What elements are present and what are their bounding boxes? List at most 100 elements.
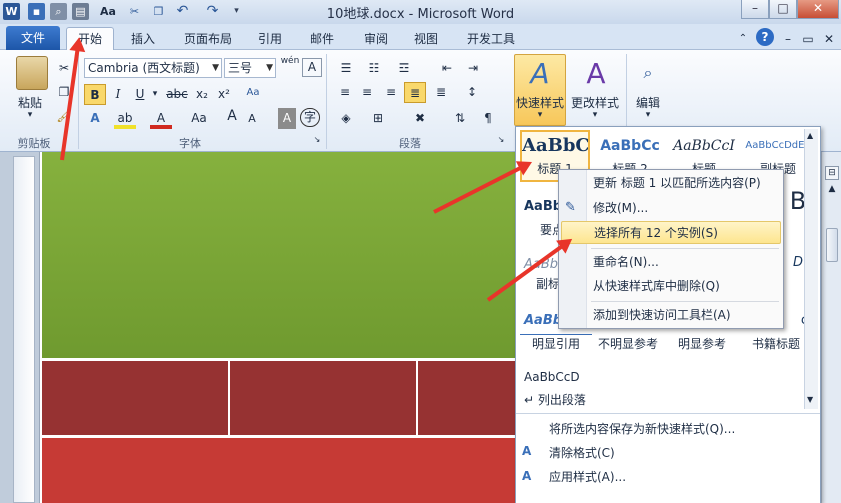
font-dialog-launcher-icon[interactable]: ↘ bbox=[312, 134, 322, 146]
vertical-scrollbar[interactable]: ⊟ ▲ bbox=[821, 152, 841, 503]
table-cell[interactable] bbox=[42, 361, 228, 435]
chevron-down-icon[interactable]: ▾ bbox=[568, 110, 622, 120]
borders-icon[interactable]: ⊞ bbox=[366, 108, 390, 129]
chevron-down-icon[interactable]: ▼ bbox=[212, 59, 219, 77]
remove-from-gallery-item[interactable]: 从快速样式库中删除(Q) bbox=[561, 275, 781, 298]
update-to-match-item[interactable]: 更新 标题 1 以匹配所选内容(P) bbox=[561, 172, 781, 195]
style-sample: AaBbCcI bbox=[673, 138, 735, 154]
font-size-combo[interactable]: 三号 ▼ bbox=[224, 58, 276, 78]
close-button[interactable]: ✕ bbox=[797, 0, 839, 19]
help-icon[interactable]: ? bbox=[756, 28, 774, 46]
italic-button[interactable]: I bbox=[108, 84, 128, 105]
scroll-down-icon[interactable]: ▼ bbox=[807, 395, 813, 404]
superscript-button[interactable]: x² bbox=[214, 84, 234, 105]
char-border-button[interactable]: A bbox=[302, 58, 322, 77]
change-styles-button[interactable]: 更改样式 bbox=[568, 94, 622, 111]
minimize-button[interactable]: – bbox=[741, 0, 769, 19]
font-name-combo[interactable]: Cambria (西文标题) ▼ bbox=[84, 58, 222, 78]
shading-icon[interactable]: ◈ bbox=[334, 108, 358, 129]
bold-button[interactable]: B bbox=[84, 84, 106, 105]
doc-restore-icon[interactable]: ▭ bbox=[800, 28, 816, 50]
green-shape[interactable] bbox=[42, 152, 555, 358]
red-shape[interactable] bbox=[42, 438, 555, 503]
chevron-down-icon[interactable]: ▼ bbox=[266, 59, 273, 77]
text-effects-button[interactable]: A bbox=[84, 108, 106, 129]
chevron-down-icon[interactable]: ▾ bbox=[514, 110, 566, 120]
apply-styles-item[interactable]: 应用样式(A)... bbox=[549, 466, 626, 488]
vertical-ruler[interactable] bbox=[13, 156, 35, 503]
tab-developer[interactable]: 开发工具 bbox=[458, 28, 524, 50]
editing-button[interactable]: 编辑 bbox=[630, 94, 666, 111]
gallery-menu: 将所选内容保存为新快速样式(Q)... A 清除格式(C) A 应用样式(A).… bbox=[516, 413, 820, 503]
increase-indent-icon[interactable]: ⇥ bbox=[462, 58, 484, 79]
underline-button[interactable]: U bbox=[130, 84, 150, 105]
cut-icon[interactable]: ✂ bbox=[56, 58, 72, 79]
chinese-layout-icon[interactable]: ✖ bbox=[408, 108, 432, 129]
ribbon-tabs: 文件 开始 插入 页面布局 引用 邮件 审阅 视图 开发工具 ⌃ ? – ▭ ✕ bbox=[0, 24, 841, 50]
tab-review[interactable]: 审阅 bbox=[356, 28, 396, 50]
char-shading-button[interactable]: A bbox=[278, 108, 296, 129]
paste-button[interactable]: 粘贴 bbox=[10, 94, 50, 111]
group-label-clipboard: 剪贴板 bbox=[17, 137, 51, 150]
clear-formatting-item[interactable]: 清除格式(C) bbox=[549, 442, 615, 464]
highlight-button[interactable]: ab bbox=[114, 108, 136, 129]
find-binoculars-icon[interactable]: ⌕ bbox=[634, 58, 662, 88]
scroll-thumb[interactable] bbox=[826, 228, 838, 262]
decrease-indent-icon[interactable]: ⇤ bbox=[436, 58, 458, 79]
modify-item[interactable]: 修改(M)... bbox=[561, 197, 781, 220]
save-selection-as-style-item[interactable]: 将所选内容保存为新快速样式(Q)... bbox=[549, 418, 735, 440]
paste-dropdown-icon[interactable]: ▾ bbox=[10, 110, 50, 120]
sort-icon[interactable]: ⇅ bbox=[448, 108, 472, 129]
scroll-up-icon[interactable]: ▲ bbox=[807, 131, 813, 140]
tab-file[interactable]: 文件 bbox=[6, 26, 60, 50]
font-color-button[interactable]: A bbox=[150, 108, 172, 129]
align-center-icon[interactable]: ≡ bbox=[356, 82, 378, 103]
style-list-paragraph[interactable]: AaBbCcD ↵ 列出段落 bbox=[520, 363, 630, 415]
tab-insert[interactable]: 插入 bbox=[122, 28, 164, 50]
justify-icon[interactable]: ≣ bbox=[404, 82, 426, 103]
phonetic-guide-button[interactable]: wén bbox=[280, 56, 300, 77]
group-divider bbox=[78, 54, 79, 149]
group-label-font: 字体 bbox=[179, 137, 201, 150]
add-to-qat-item[interactable]: 添加到快速访问工具栏(A) bbox=[561, 304, 781, 327]
multilevel-list-icon[interactable]: ☲ bbox=[392, 58, 416, 79]
quick-styles-icon: A bbox=[530, 57, 550, 90]
bullets-icon[interactable]: ☰ bbox=[334, 58, 358, 79]
clear-formatting-button[interactable]: Aa bbox=[242, 82, 264, 103]
chevron-down-icon[interactable]: ▾ bbox=[150, 84, 160, 105]
enclose-char-button[interactable]: 字 bbox=[300, 108, 320, 127]
show-marks-icon[interactable]: ¶ bbox=[476, 108, 500, 129]
table-cell[interactable] bbox=[230, 361, 416, 435]
doc-close-icon[interactable]: ✕ bbox=[821, 28, 837, 50]
collapse-ribbon-icon[interactable]: ⌃ bbox=[736, 28, 750, 50]
distributed-icon[interactable]: ≣ bbox=[430, 82, 452, 103]
font-name-value: Cambria (西文标题) bbox=[88, 61, 200, 75]
paragraph-dialog-launcher-icon[interactable]: ↘ bbox=[496, 134, 506, 146]
gallery-scrollbar[interactable]: ▲ ▼ bbox=[804, 129, 818, 409]
numbering-icon[interactable]: ☷ bbox=[362, 58, 386, 79]
maximize-button[interactable]: □ bbox=[769, 0, 797, 19]
change-styles-icon[interactable]: A bbox=[576, 56, 616, 92]
doc-minimize-icon[interactable]: – bbox=[780, 28, 796, 50]
strikethrough-button[interactable]: abc bbox=[164, 84, 190, 105]
grow-font-button[interactable]: A bbox=[224, 106, 240, 127]
align-right-icon[interactable]: ≡ bbox=[380, 82, 402, 103]
tab-mailings[interactable]: 邮件 bbox=[302, 28, 342, 50]
style-name: 不明显参考 bbox=[597, 337, 658, 351]
scroll-up-icon[interactable]: ▲ bbox=[825, 184, 839, 198]
paste-icon[interactable] bbox=[16, 56, 48, 90]
subscript-button[interactable]: x₂ bbox=[192, 84, 212, 105]
style-name: 书籍标题 bbox=[751, 337, 800, 351]
ruler-toggle-icon[interactable]: ⊟ bbox=[825, 166, 839, 180]
align-left-icon[interactable]: ≡ bbox=[334, 82, 356, 103]
tab-page-layout[interactable]: 页面布局 bbox=[176, 28, 240, 50]
tab-references[interactable]: 引用 bbox=[250, 28, 290, 50]
rename-item[interactable]: 重命名(N)... bbox=[561, 251, 781, 274]
apply-styles-icon: A bbox=[522, 469, 532, 483]
change-case-button[interactable]: Aa bbox=[184, 108, 214, 129]
line-spacing-icon[interactable]: ↕ bbox=[460, 82, 484, 103]
select-all-instances-item[interactable]: 选择所有 12 个实例(S) bbox=[561, 221, 781, 244]
chevron-down-icon[interactable]: ▾ bbox=[630, 110, 666, 120]
tab-view[interactable]: 视图 bbox=[406, 28, 446, 50]
shrink-font-button[interactable]: A bbox=[244, 108, 260, 129]
